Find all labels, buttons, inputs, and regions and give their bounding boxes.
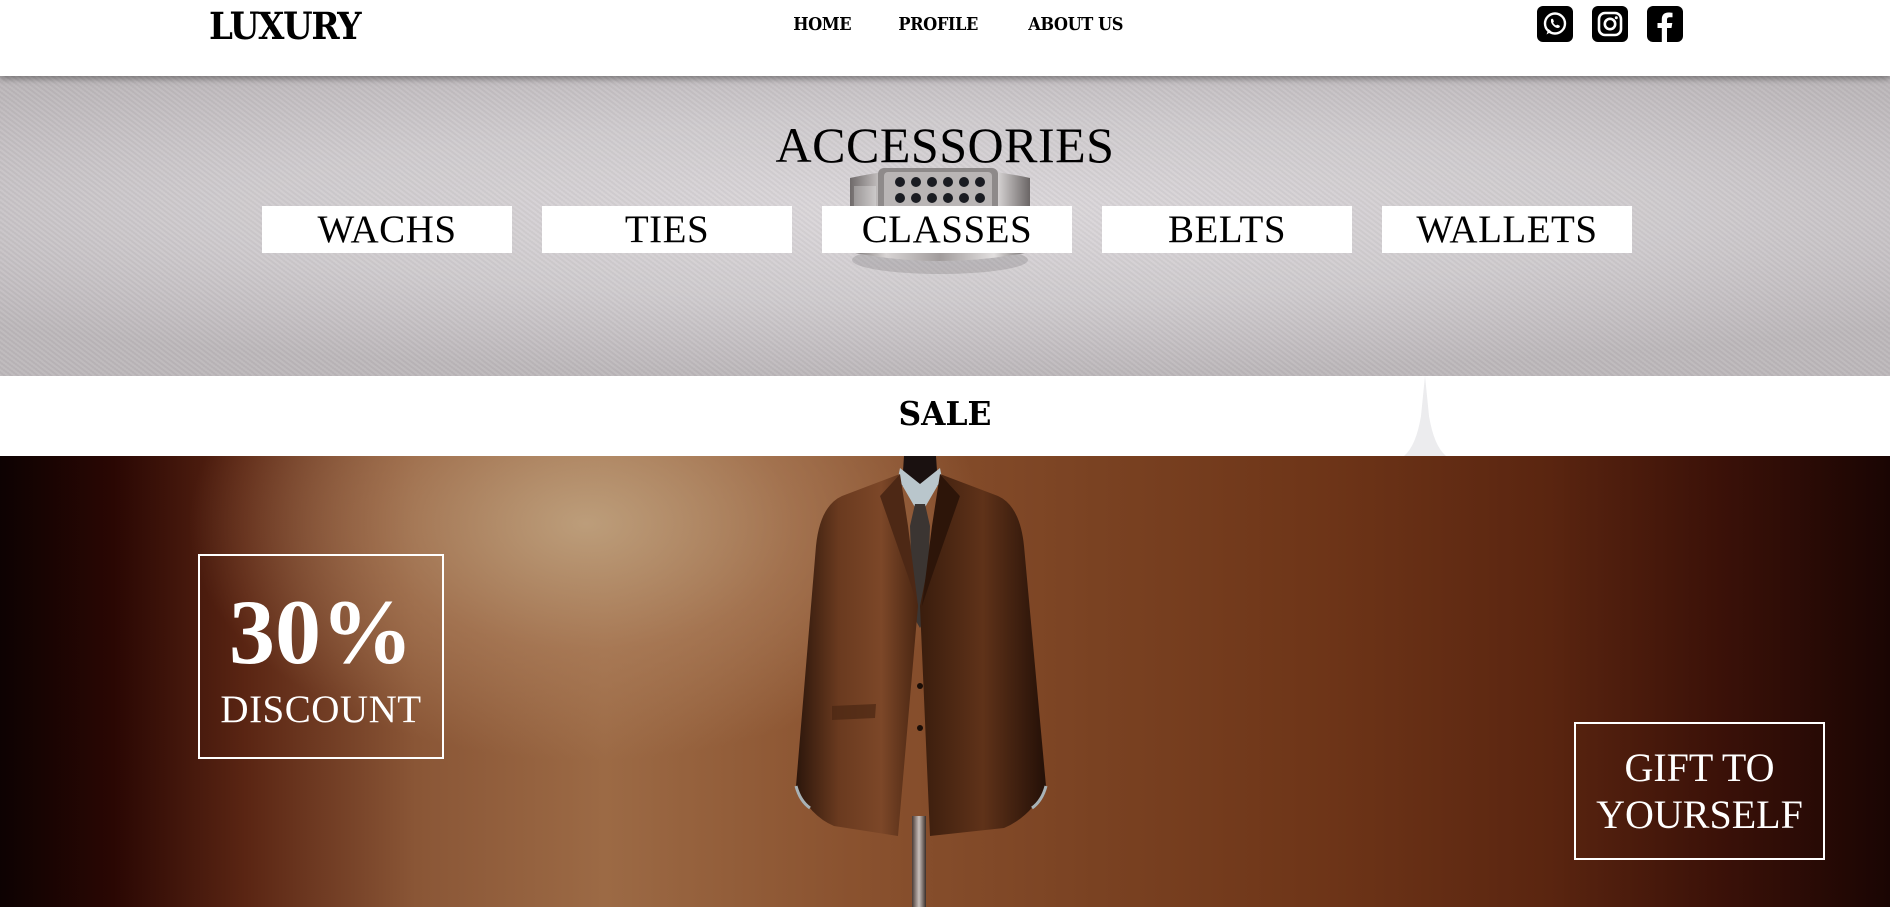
sale-banner: 30% DISCOUNT GIFT TO YOURSELF: [0, 456, 1890, 907]
accessories-title: ACCESSORIES: [775, 117, 1115, 173]
main-nav: HOME PROFILE ABOUT US: [790, 14, 1128, 35]
facebook-icon[interactable]: [1647, 6, 1683, 42]
instagram-icon[interactable]: [1592, 6, 1628, 42]
logo[interactable]: LUXURY: [209, 4, 362, 48]
gift-line-1: GIFT TO: [1624, 745, 1775, 790]
category-glasses-button[interactable]: CLASSES: [822, 206, 1072, 253]
discount-badge: 30% DISCOUNT: [198, 554, 444, 759]
category-belts-button[interactable]: BELTS: [1102, 206, 1352, 253]
sale-heading-strip: SALE: [0, 376, 1890, 456]
category-ties-button[interactable]: TIES: [542, 206, 792, 253]
suit-image: [794, 456, 1048, 907]
site-header: LUXURY HOME PROFILE ABOUT US: [0, 0, 1890, 76]
nav-profile[interactable]: PROFILE: [899, 14, 979, 35]
gift-to-yourself-button[interactable]: GIFT TO YOURSELF: [1574, 722, 1825, 860]
nav-about-us[interactable]: ABOUT US: [1028, 14, 1123, 35]
category-buttons: WACHS TIES CLASSES BELTS WALLETS: [262, 206, 1632, 253]
nav-home[interactable]: HOME: [793, 14, 851, 35]
gift-line-2: YOURSELF: [1596, 792, 1803, 837]
category-wallets-button[interactable]: WALLETS: [1382, 206, 1632, 253]
discount-value: 30%: [229, 581, 413, 683]
whatsapp-icon[interactable]: [1537, 6, 1573, 42]
accessories-banner: ACCESSORIES WACHS TIES CLASSES BELTS WAL…: [0, 76, 1890, 376]
sale-title: SALE: [898, 394, 992, 433]
category-watches-button[interactable]: WACHS: [262, 206, 512, 253]
discount-label: DISCOUNT: [220, 688, 422, 731]
social-links: [1537, 6, 1683, 42]
